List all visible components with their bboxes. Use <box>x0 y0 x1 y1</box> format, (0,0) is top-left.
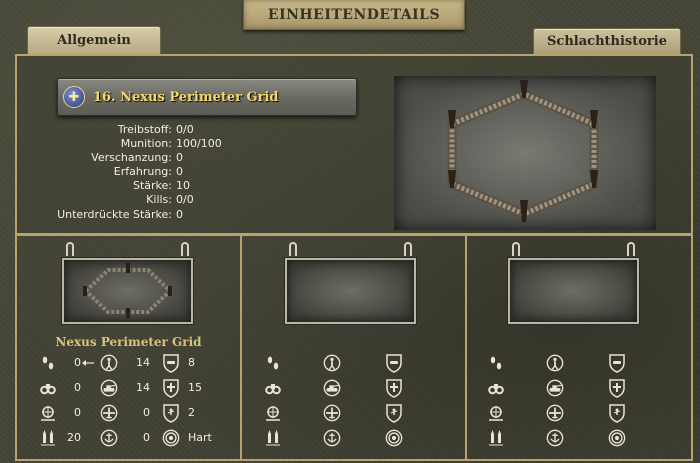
window-title-plate: EINHEITENDETAILS <box>243 0 465 30</box>
faction-cross-icon: ✚ <box>63 86 85 108</box>
spotting-icon <box>39 379 57 397</box>
unit-name-plate: ✚ 16. Nexus Perimeter Grid <box>57 78 357 116</box>
stat-label: Verschanzung: <box>91 151 172 165</box>
slot-stat-value: 14 <box>136 381 150 394</box>
air-attack-icon <box>100 404 118 422</box>
slot-1-image-frame <box>62 258 193 324</box>
slot-stat-value: 15 <box>188 381 202 394</box>
slot-stat-value: 8 <box>188 356 195 369</box>
stat-row-strength: Stärke: 10 <box>20 179 222 193</box>
stat-row-kills: Kills: 0/0 <box>20 193 222 207</box>
stat-row-entrenchment: Verschanzung: 0 <box>20 151 222 165</box>
ground-defense-icon <box>162 354 180 373</box>
arrow-left-icon <box>79 354 97 372</box>
target-type-icon <box>608 429 626 447</box>
fortification-thumbnail-image <box>83 263 173 318</box>
stat-label: Stärke: <box>132 179 172 193</box>
close-defense-icon <box>608 404 626 423</box>
stat-value: 0 <box>176 165 183 179</box>
target-type-icon <box>162 429 180 447</box>
ground-defense-icon <box>385 354 403 373</box>
naval-attack-icon <box>100 429 118 447</box>
slot-2-image-frame <box>285 258 416 324</box>
frame-hook-icon <box>404 242 412 256</box>
slot-stat-value: Hart <box>188 431 212 444</box>
stat-value: 0 <box>176 207 183 221</box>
stat-value: 0 <box>176 151 183 165</box>
stat-value: 100/100 <box>176 137 222 151</box>
air-attack-icon <box>546 404 564 422</box>
movement-icon <box>487 354 505 372</box>
stat-value: 0/0 <box>176 123 194 136</box>
slot-stat-value: 0 <box>74 356 81 369</box>
spotting-icon <box>487 379 505 397</box>
stat-row-ammo: Munition: 100/100 <box>20 137 222 151</box>
ammo-icon <box>264 429 282 447</box>
unit-name: 16. Nexus Perimeter Grid <box>93 89 279 105</box>
soft-attack-icon <box>323 354 341 372</box>
stat-row-fuel: Treibstoff: 0/0 <box>20 123 222 137</box>
unit-preview-image <box>394 76 656 230</box>
stat-label: Erfahrung: <box>113 165 172 179</box>
air-defense-icon <box>608 379 626 398</box>
ammo-icon <box>39 429 57 447</box>
slot-stat-value: 0 <box>143 406 150 419</box>
stat-row-suppressed: Unterdrückte Stärke: 0 <box>20 208 222 222</box>
slot-stat-value: 20 <box>67 431 81 444</box>
tab-battle-history[interactable]: Schlachthistorie <box>533 28 681 54</box>
slot-stat-value: 2 <box>188 406 195 419</box>
hard-attack-icon <box>100 379 118 397</box>
stat-value: 10 <box>176 179 190 193</box>
frame-hook-icon <box>627 242 635 256</box>
fortification-hexagon-image <box>447 80 599 222</box>
hard-attack-icon <box>546 379 564 397</box>
slot-stat-value: 0 <box>143 431 150 444</box>
stat-label: Treibstoff: <box>117 123 172 136</box>
ground-defense-icon <box>608 354 626 373</box>
frame-hook-icon <box>66 242 74 256</box>
movement-icon <box>264 354 282 372</box>
range-icon <box>264 404 282 422</box>
slot-stat-value: 0 <box>74 381 81 394</box>
air-defense-icon <box>162 379 180 398</box>
slot-stat-value: 0 <box>74 406 81 419</box>
hard-attack-icon <box>323 379 341 397</box>
naval-attack-icon <box>323 429 341 447</box>
stat-label: Unterdrückte Stärke: <box>57 207 172 221</box>
stat-label: Munition: <box>120 137 172 151</box>
frame-hook-icon <box>289 242 297 256</box>
tab-general[interactable]: Allgemein <box>27 26 161 54</box>
unit-stats-list: Treibstoff: 0/0 Munition: 100/100 Verschan… <box>20 123 222 222</box>
close-defense-icon <box>162 404 180 423</box>
air-defense-icon <box>385 379 403 398</box>
ammo-icon <box>487 429 505 447</box>
soft-attack-icon <box>546 354 564 372</box>
movement-icon <box>39 354 57 372</box>
spotting-icon <box>264 379 282 397</box>
window-title: EINHEITENDETAILS <box>267 6 441 23</box>
stat-value: 0/0 <box>176 193 194 207</box>
stat-row-experience: Erfahrung: 0 <box>20 165 222 179</box>
slot-3-image-frame <box>508 258 639 324</box>
naval-attack-icon <box>546 429 564 447</box>
air-attack-icon <box>323 404 341 422</box>
slot-1-unit-name: Nexus Perimeter Grid <box>55 335 202 349</box>
soft-attack-icon <box>100 354 118 372</box>
stat-label: Kills: <box>146 193 172 207</box>
frame-hook-icon <box>512 242 520 256</box>
range-icon <box>39 404 57 422</box>
frame-hook-icon <box>181 242 189 256</box>
close-defense-icon <box>385 404 403 423</box>
target-type-icon <box>385 429 403 447</box>
slot-stat-value: 14 <box>136 356 150 369</box>
range-icon <box>487 404 505 422</box>
